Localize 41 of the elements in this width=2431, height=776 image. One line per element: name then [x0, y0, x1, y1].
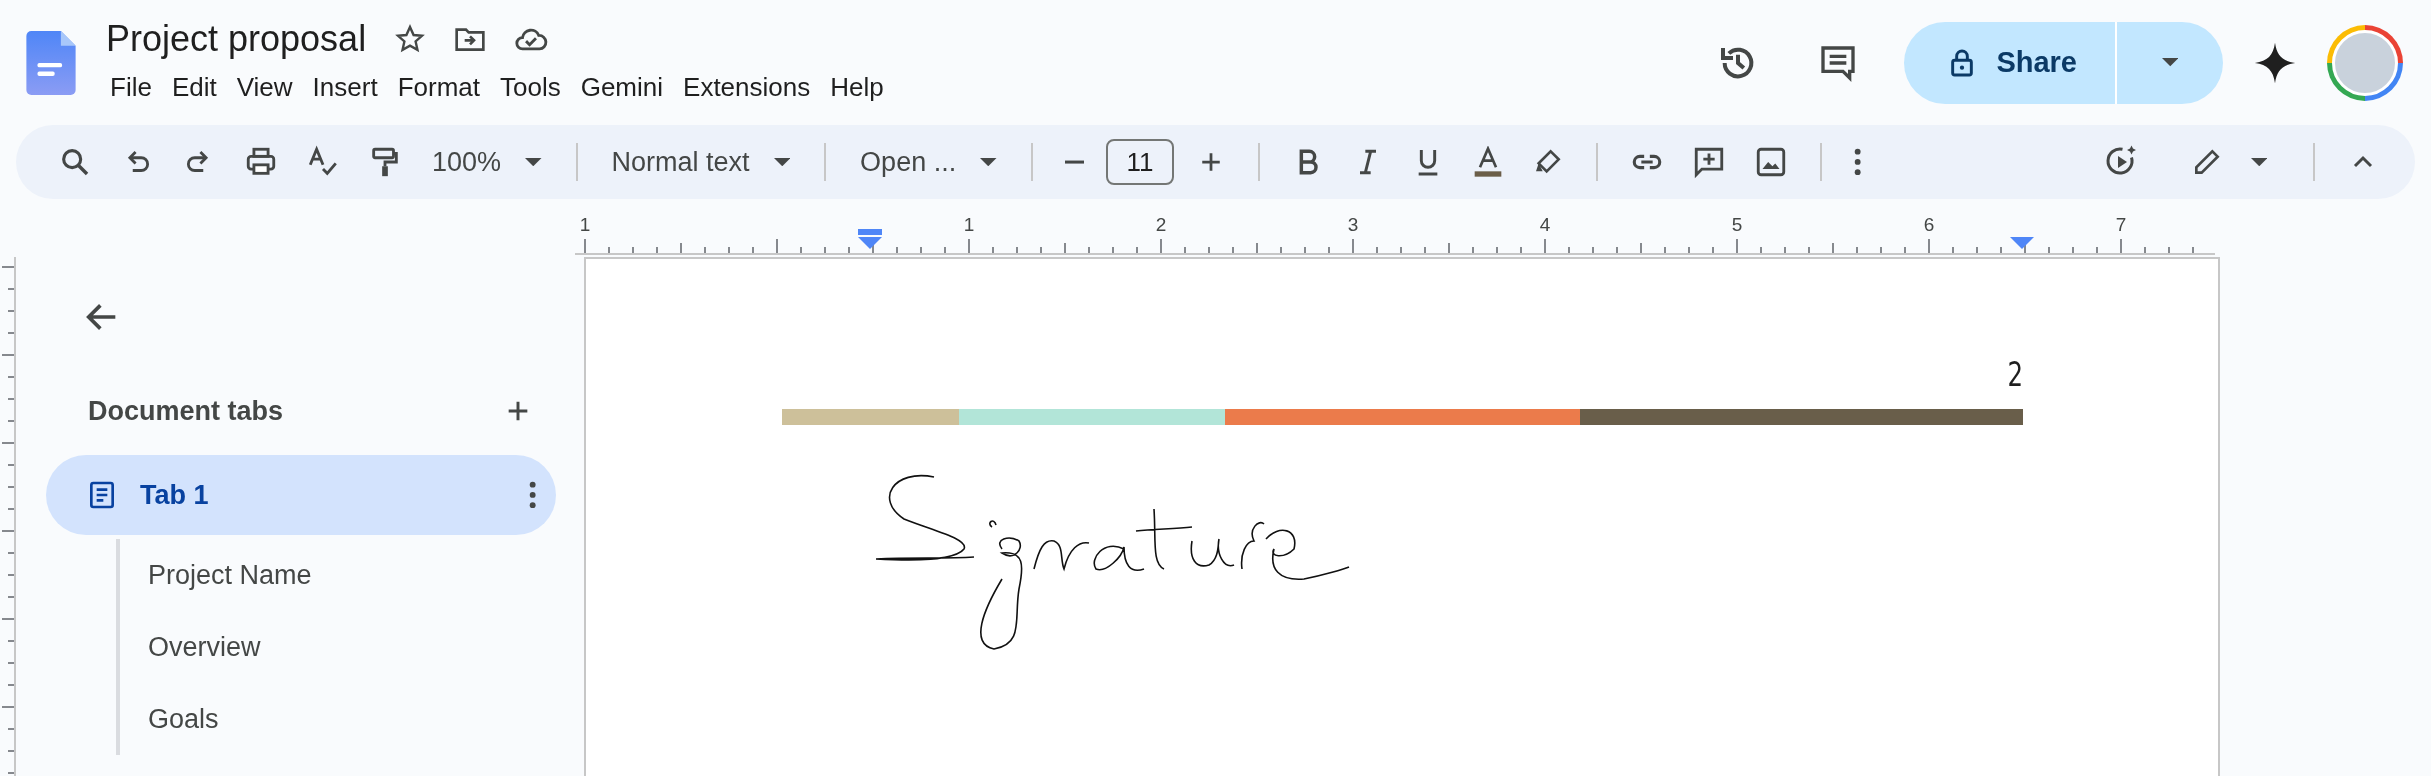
more-icon — [1853, 148, 1862, 176]
outline-item[interactable]: Project Name — [148, 539, 556, 611]
menu-item[interactable]: View — [226, 66, 303, 109]
ruler-number: 2 — [1155, 214, 1167, 235]
menu-item[interactable]: Extensions — [673, 66, 821, 109]
ruler-number: 6 — [1923, 214, 1935, 235]
ruler-number: 4 — [1539, 214, 1551, 235]
ruler-number: 1 — [963, 214, 975, 235]
document-tab[interactable]: Tab 1 — [46, 455, 556, 535]
share-button[interactable]: Share — [1904, 21, 2115, 104]
menu-item[interactable]: File — [100, 66, 162, 109]
menu-item[interactable]: Insert — [302, 66, 388, 109]
indent-marker-icon[interactable] — [2010, 237, 2034, 249]
ruler-number: 7 — [2115, 214, 2127, 235]
caret-icon — [2250, 157, 2267, 167]
decrease-size-icon — [1064, 159, 1084, 165]
sidebar-heading: Document tabs — [88, 394, 284, 428]
zoom-dropdown[interactable]: 100% — [424, 137, 550, 187]
caret-icon — [525, 157, 542, 167]
menu-item[interactable]: Tools — [490, 66, 571, 109]
indent-marker-icon[interactable] — [858, 229, 882, 249]
menu-item[interactable]: Help — [820, 66, 894, 109]
style-dropdown[interactable]: Normal text — [603, 137, 799, 187]
ruler-number: 3 — [1347, 214, 1359, 235]
document-title[interactable]: Project proposal — [100, 19, 373, 59]
menu-item[interactable]: Edit — [161, 66, 227, 109]
menu-item[interactable]: Gemini — [570, 66, 674, 109]
font-dropdown[interactable]: Open ... — [852, 137, 1005, 187]
font-size-field[interactable]: 11 — [1105, 139, 1174, 185]
outline-item[interactable]: Overview — [148, 611, 556, 683]
ruler-number: 1 — [579, 214, 591, 235]
more-icon — [528, 481, 536, 509]
docs-logo-icon[interactable] — [26, 30, 76, 95]
caret-icon — [2161, 58, 2179, 67]
caret-icon — [980, 157, 997, 167]
caret-icon — [773, 157, 791, 167]
page-number: 2 — [2006, 357, 2023, 391]
ruler-number: 5 — [1731, 214, 1743, 235]
outline-item[interactable]: Goals — [148, 683, 556, 755]
star-icon — [394, 23, 427, 55]
menu-item[interactable]: Format — [387, 66, 490, 109]
